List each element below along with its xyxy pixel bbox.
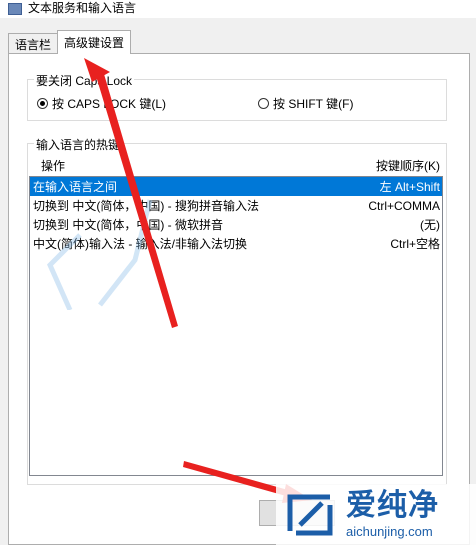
caps-lock-key-radio[interactable]: 按 CAPS LOCK 键(L) [37,95,166,112]
caps-lock-group-title: 要关闭 Caps Lock [34,72,135,89]
column-header-key-sequence: 按键顺序(K) [376,159,440,173]
caps-lock-key-label: 按 CAPS LOCK 键(L) [52,97,167,111]
list-item[interactable]: 切换到 中文(简体，中国) - 微软拼音 (无) [30,215,442,234]
hotkey-list[interactable]: 在输入语言之间 左 Alt+Shift 切换到 中文(简体，中国) - 搜狗拼音… [29,176,443,476]
hotkeys-group-title: 输入语言的热键 [34,136,123,153]
brand-logo: 爱纯净 aichunjing.com [276,484,476,545]
column-header-action: 操作 [41,159,66,173]
list-item[interactable]: 在输入语言之间 左 Alt+Shift [30,177,442,196]
brand-mark-icon [287,494,333,535]
tab-strip: 语言栏 高级键设置 [8,30,132,54]
app-icon [8,3,22,15]
brand-url: aichunjing.com [346,524,433,539]
tab-advanced-key-settings[interactable]: 高级键设置 [57,30,132,54]
window-title: 文本服务和输入语言 [28,0,137,15]
list-item-action: 切换到 中文(简体，中国) - 微软拼音 [33,218,223,232]
list-item-action: 中文(简体)输入法 - 输入法/非输入法切换 [33,237,247,251]
title-bar: 文本服务和输入语言 [0,0,476,18]
list-item-keys: Ctrl+空格 [390,237,440,251]
list-item-keys: 左 Alt+Shift [379,180,440,194]
list-item-action: 在输入语言之间 [33,180,118,194]
list-item-keys: (无) [420,218,440,232]
radio-unchecked-icon[interactable] [258,98,269,109]
shift-key-label: 按 SHIFT 键(F) [273,97,354,111]
list-item-keys: Ctrl+COMMA [368,198,440,213]
list-item[interactable]: 切换到 中文(简体，中国) - 搜狗拼音输入法 Ctrl+COMMA [30,196,442,215]
radio-checked-icon[interactable] [37,98,48,109]
list-item-action: 切换到 中文(简体，中国) - 搜狗拼音输入法 [33,199,259,213]
brand-name: 爱纯净 [346,489,439,522]
tab-language-bar[interactable]: 语言栏 [8,33,59,54]
list-item[interactable]: 中文(简体)输入法 - 输入法/非输入法切换 Ctrl+空格 [30,234,442,253]
shift-key-radio[interactable]: 按 SHIFT 键(F) [258,95,353,112]
